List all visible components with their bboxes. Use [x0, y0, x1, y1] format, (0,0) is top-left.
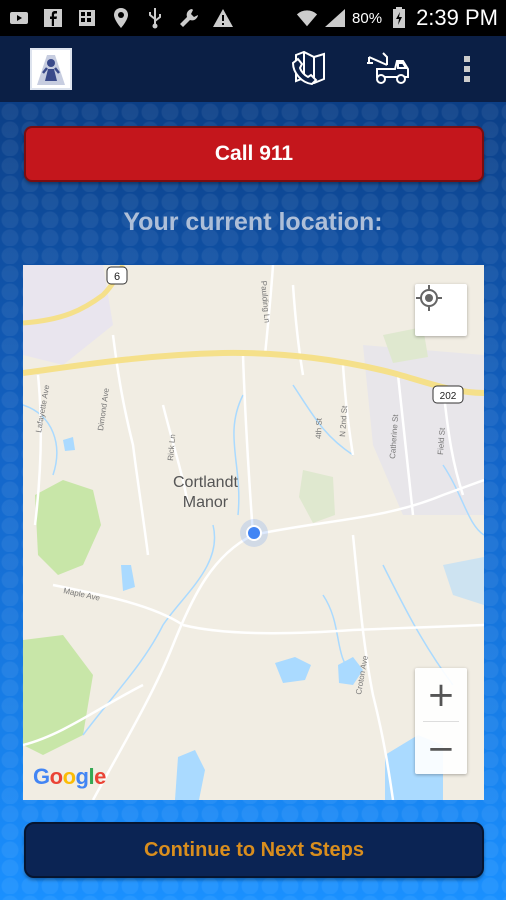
- road-label: 4th St: [314, 417, 324, 439]
- my-location-button[interactable]: [415, 284, 467, 336]
- notification-icons: [8, 7, 234, 29]
- battery-icon: [388, 7, 410, 29]
- media-icon: [8, 7, 30, 29]
- location-pin-icon: [110, 7, 132, 29]
- route-6-badge: 6: [106, 266, 128, 285]
- place-label: Cortlandt Manor: [173, 473, 238, 513]
- place-label-line2: Manor: [182, 494, 229, 511]
- app-logo-icon[interactable]: [30, 48, 72, 90]
- clock: 2:39 PM: [416, 5, 498, 30]
- wifi-icon: [296, 7, 318, 29]
- usb-icon: [144, 7, 166, 29]
- phone-map-icon[interactable]: [288, 46, 334, 92]
- zoom-in-button[interactable]: +: [415, 668, 467, 721]
- status-bar: 80% 2:39 PM: [0, 0, 506, 36]
- facebook-icon: [42, 7, 64, 29]
- wrench-icon: [178, 7, 200, 29]
- current-location-dot: [246, 525, 262, 541]
- overflow-menu-icon[interactable]: [444, 46, 490, 92]
- svg-text:6: 6: [114, 271, 120, 283]
- svg-text:202: 202: [440, 391, 457, 402]
- calculator-icon: [76, 7, 98, 29]
- tow-truck-icon[interactable]: [365, 46, 411, 92]
- place-label-line1: Cortlandt: [173, 474, 238, 491]
- location-title: Your current location:: [123, 208, 383, 236]
- battery-percent: 80%: [352, 9, 383, 27]
- route-202-badge: 202: [432, 385, 464, 404]
- zoom-controls: + −: [415, 668, 467, 774]
- crosshair-icon: [416, 285, 442, 311]
- map-view[interactable]: 6 202 Lafayette Ave Dimond Ave Rick Ln M…: [23, 265, 484, 800]
- zoom-out-button[interactable]: −: [415, 722, 467, 775]
- google-attribution-logo[interactable]: Google: [33, 764, 106, 790]
- call-911-button[interactable]: Call 911: [24, 126, 484, 182]
- continue-button[interactable]: Continue to Next Steps: [24, 822, 484, 878]
- warning-icon: [212, 7, 234, 29]
- system-status: 80% 2:39 PM: [296, 5, 498, 31]
- app-bar: [0, 36, 506, 102]
- signal-icon: [324, 7, 346, 29]
- main-content: Call 911 Your current location: 6 202 La…: [0, 102, 506, 900]
